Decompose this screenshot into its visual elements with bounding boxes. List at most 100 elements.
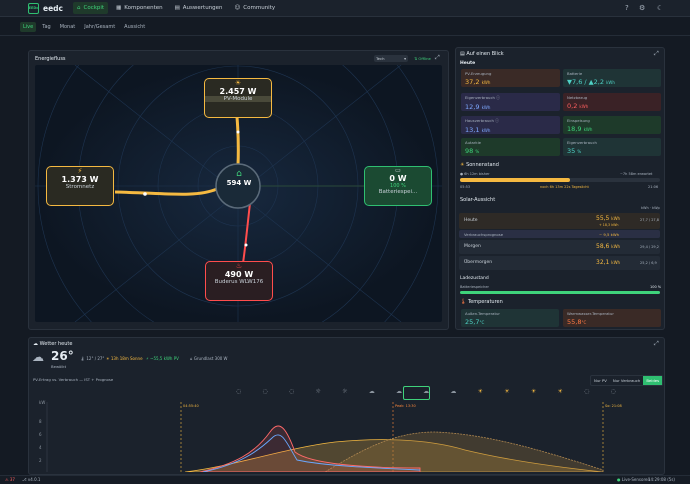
battery-value: 0 W (389, 174, 407, 183)
status-time: 14:29:08 (5s) (648, 477, 675, 482)
help-icon[interactable]: ? (625, 4, 629, 12)
nav-auswertungen[interactable]: ▤ Auswertungen (171, 2, 227, 14)
card-netzbezug: Netzbezug 0,2 kWh (563, 93, 661, 111)
flow-mode-select[interactable]: Tech ▾ (374, 55, 408, 62)
period-tabs: Live Tag Monat Jahr/Gesamt Aussicht (0, 18, 690, 36)
weather-pv: ⚡ ~55,5 kWh PV (146, 356, 179, 361)
flow-line-heatpump (242, 202, 251, 264)
toggle-beides[interactable]: Beides (643, 376, 663, 385)
heatpump-node[interactable]: ♨ 490 W Buderus WLW176 (205, 261, 273, 301)
flow-line-grid (114, 187, 218, 196)
house-value: 594 W (226, 179, 252, 187)
flow-dot (143, 192, 147, 196)
pv-label: PV-Module (205, 96, 271, 102)
status-sensors: ● Live-Sensoren (617, 477, 650, 482)
nav-community[interactable]: ☺ Community (231, 2, 280, 14)
grid-label: Stromnetz (65, 184, 95, 190)
flame-icon: ♨ (235, 262, 243, 270)
ladezustand-title: Ladezustand (460, 276, 489, 281)
status-version: ⎇ v4.0.1 (22, 477, 41, 482)
sunrise-time: 05:53 (460, 185, 471, 189)
tab-aussicht[interactable]: Aussicht (121, 22, 148, 32)
tab-jahr[interactable]: Jahr/Gesamt (81, 22, 118, 32)
expand-icon[interactable]: ⤢ (654, 340, 659, 348)
users-icon: ☺ (234, 5, 241, 11)
y-tick: 6 (39, 432, 42, 437)
sun-expected: ~7h 58m erwartet (620, 172, 653, 176)
chevron-down-icon: ▾ (404, 56, 406, 61)
lightning-icon: ⚡ (77, 167, 83, 175)
card-einspeisung: Einspeisung 18,9 kWh (563, 116, 661, 134)
weather-grundlast: ⌂ Grundlast 300 W (190, 356, 228, 361)
thermometer-icon: 🌡 (460, 299, 468, 305)
cloud-icon: ☁ (32, 350, 44, 364)
tab-tag[interactable]: Tag (39, 22, 53, 32)
y-tick: 8 (39, 419, 42, 424)
grid-icon: ▦ (116, 5, 122, 11)
chart-mode-toggle: Nur PV Nur Verbrauch Beides (590, 375, 664, 386)
house-icon: ⌂ (77, 5, 81, 11)
app-title[interactable]: eedc (43, 4, 63, 13)
flow-status: ⇅ Offline (414, 56, 431, 61)
nav-komponenten[interactable]: ▦ Komponenten (112, 2, 167, 14)
sun-elapsed: ● 6h 12m bisher (460, 172, 490, 176)
toggle-nur-verbrauch[interactable]: Nur Verbrauch (610, 376, 643, 385)
y-label: kW (39, 400, 45, 405)
settings-icon[interactable]: ⚙ (639, 4, 645, 12)
cloud-icon: ☁ (33, 341, 40, 347)
temperaturen-title: 🌡 Temperaturen (460, 299, 503, 305)
tab-live[interactable]: Live (20, 21, 37, 32)
solar-row-verbrauch: Verbrauchsprognose ~ 9,5 kWh (459, 230, 660, 238)
energy-flow-canvas: ⌂ 594 W ☀ 2.457 W PV-Module ⚡ 1.373 W St… (35, 65, 442, 322)
weather-desc: Bewölkt (51, 364, 67, 369)
card-eigenverbrauch: Eigenverbrauch ⓘ 12,9 kWh (461, 93, 560, 111)
weather-range: 🌡 12° / 27° (80, 356, 105, 361)
card-pv-erzeugung: PV-Erzeugung 37,2 kWh (461, 69, 560, 87)
status-bar (0, 475, 690, 484)
solar-header: kWh · kWp (641, 206, 660, 210)
sunset-time: 21:06 (648, 185, 659, 189)
ladezustand-label: Batteriespeicher (460, 285, 489, 289)
status-alerts[interactable]: ⚠ 37 (5, 477, 15, 482)
sun-icon: ☀ (234, 79, 242, 87)
flow-dot (236, 130, 240, 134)
weather-sun: ☀ 13h 18m Sonne (106, 356, 143, 361)
grid-value: 1.373 W (61, 175, 99, 184)
weather-temp: 26° (51, 349, 74, 363)
grid-node[interactable]: ⚡ 1.373 W Stromnetz (46, 166, 114, 206)
toggle-nur-pv[interactable]: Nur PV (591, 376, 610, 385)
ladezustand-value: 100 % (650, 285, 662, 289)
nav-cockpit[interactable]: ⌂ Cockpit (73, 2, 109, 14)
sun-progress (460, 178, 660, 182)
pv-node[interactable]: ☀ 2.457 W PV-Module (204, 78, 272, 118)
theme-toggle-icon[interactable]: ☾ (657, 4, 663, 12)
y-tick: 4 (39, 445, 42, 450)
heatpump-value: 490 W (224, 270, 254, 279)
house-node[interactable]: ⌂ 594 W (219, 169, 259, 187)
sonnenstand-title: ☀ Sonnenstand (460, 162, 499, 168)
pv-aussicht-area (324, 431, 604, 472)
solar-row-uebermorgen: Übermorgen 32,1 kWh 25,2 / 6,9 (459, 256, 660, 270)
marker-sunrise: 04:55:40 (183, 404, 199, 408)
daylight-remaining: noch 6h 13m 22s Tageslicht (540, 185, 589, 189)
card-autarkie: Autarkie 98 % (461, 138, 560, 156)
energiefluss-title: Energiefluss (35, 56, 66, 62)
solar-row-heute: Heute 55,5 kWh + 18,3 kWh 27,7 / 27,8 (459, 213, 660, 229)
card-eigenverbrauch-quote: Eigenverbrauch 35 % (563, 138, 661, 156)
chart-label: PV-Ertrag vs. Verbrauch — IST + Prognose (33, 377, 114, 382)
card-hausverbrauch: Hausverbrauch ⓘ 13,1 kWh (461, 116, 560, 134)
chart-icon: ▤ (174, 5, 180, 11)
expand-icon[interactable]: ⤢ (654, 50, 659, 58)
heatpump-label: Buderus WLW176 (214, 279, 264, 285)
expand-icon[interactable]: ⤢ (435, 54, 440, 62)
battery-progress (460, 291, 660, 294)
card-aussentemp: Außen-Temperatur 25,7°C (461, 309, 559, 327)
card-warmwasser: Warmwasser-Temperatur 55,8°C (563, 309, 661, 327)
house-icon: ⌂ (236, 169, 242, 179)
tab-monat[interactable]: Monat (57, 22, 79, 32)
top-bar: EEDc eedc ⌂ Cockpit ▦ Komponenten ▤ Auswert… (0, 0, 690, 17)
flow-dot (244, 243, 248, 247)
battery-node[interactable]: ▭ 0 W 100 % Batteriespei... (364, 166, 432, 206)
solar-row-morgen: Morgen 58,6 kWh 29,4 / 29,2 (459, 240, 660, 254)
app-logo[interactable]: EEDc (28, 2, 39, 14)
